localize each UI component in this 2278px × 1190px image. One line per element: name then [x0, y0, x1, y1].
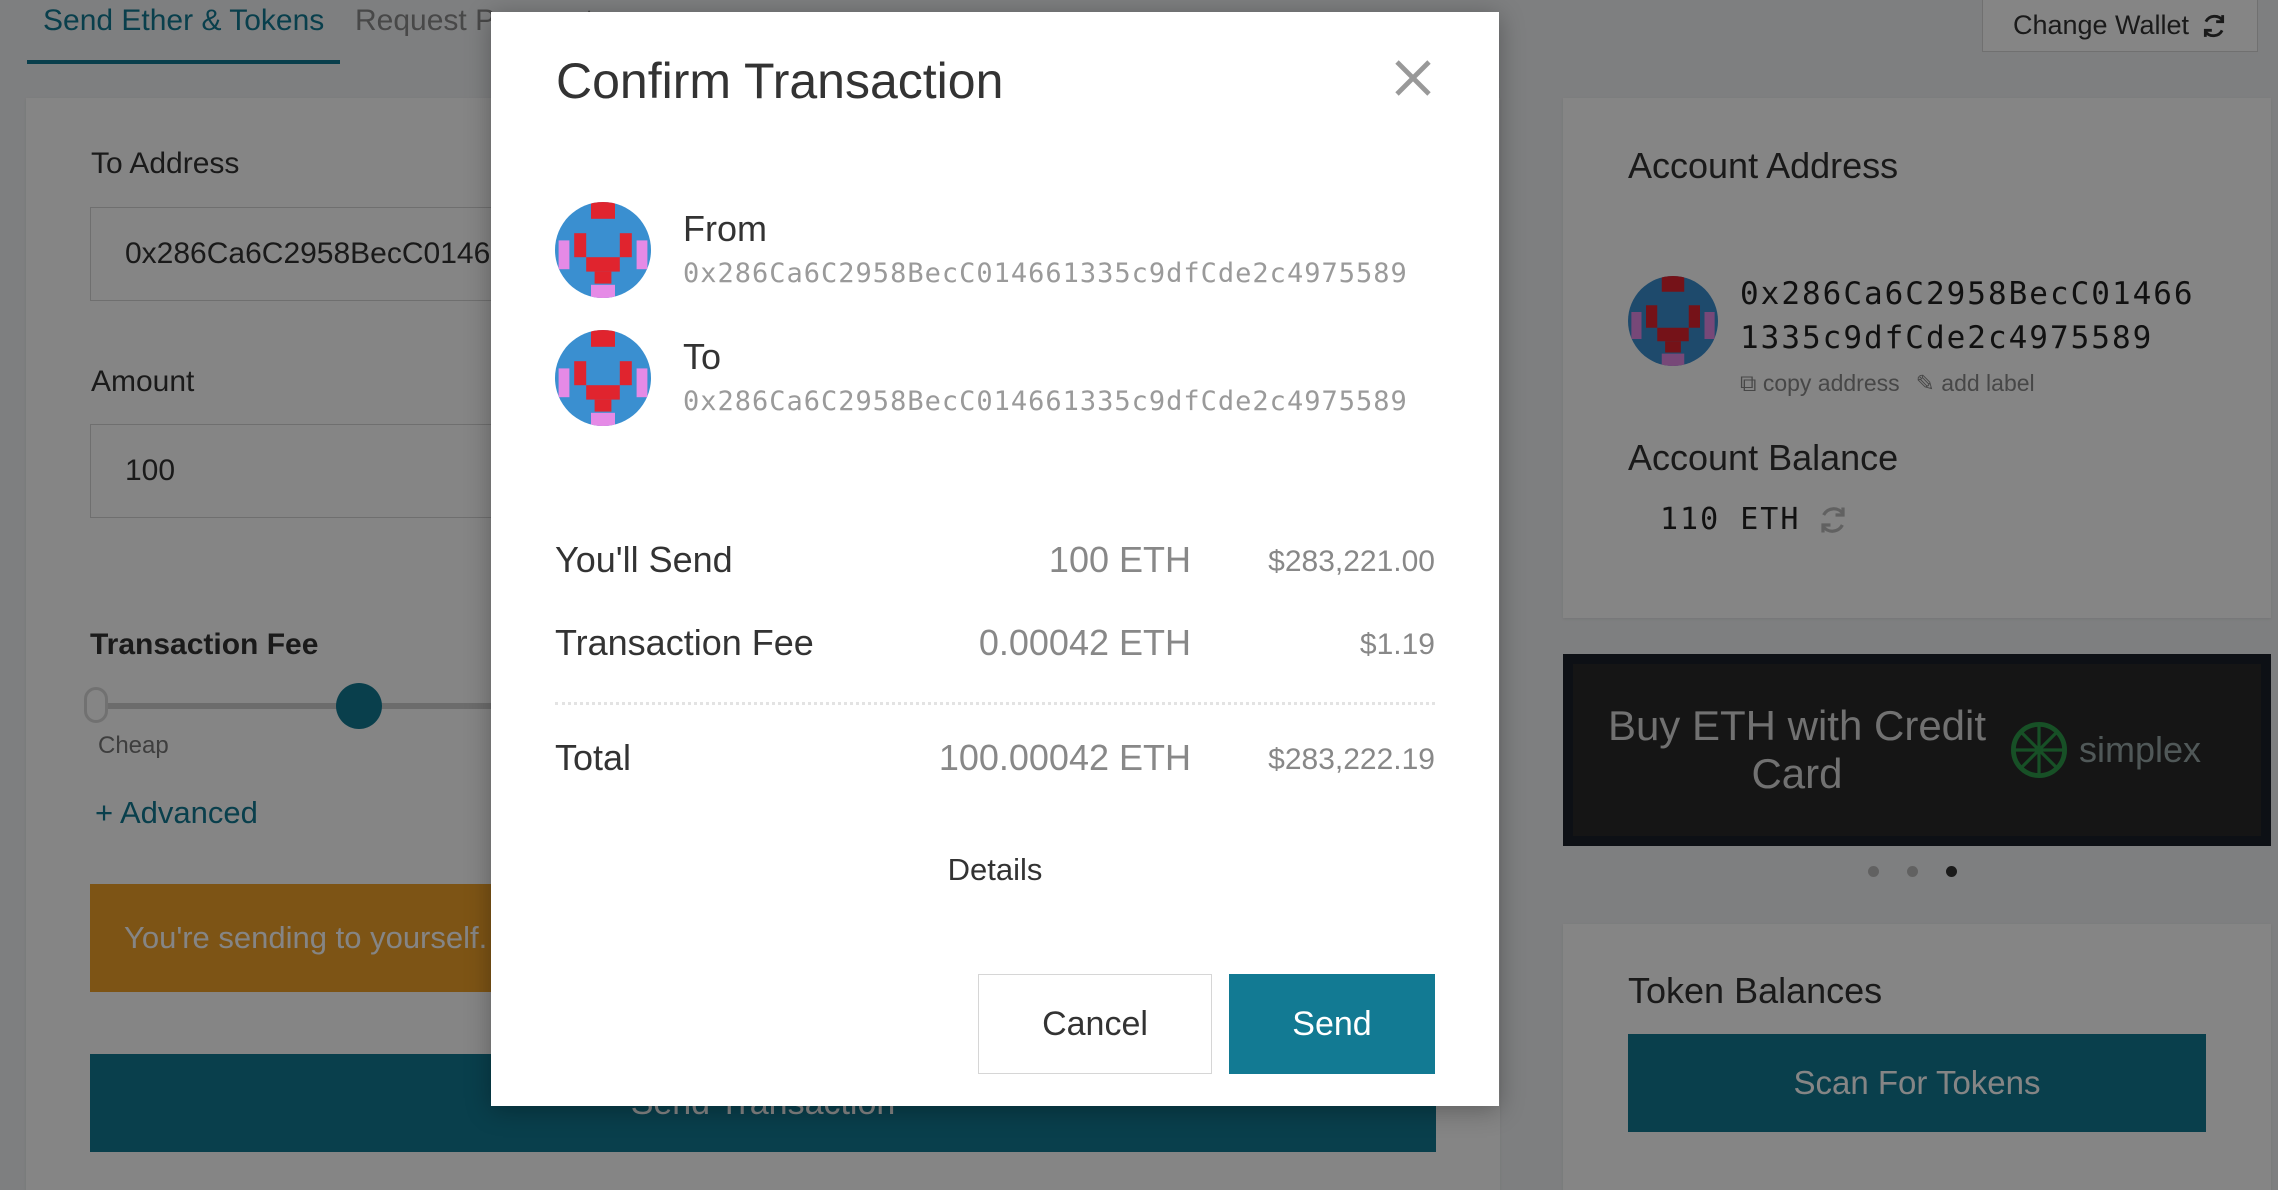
from-address: 0x286Ca6C2958BecC014661335c9dfCde2c49755…	[683, 258, 1408, 289]
totals-divider	[555, 702, 1435, 705]
modal-title: Confirm Transaction	[556, 53, 1004, 109]
total-eth: 100.00042 ETH	[938, 737, 1191, 778]
total-usd: $283,222.19	[1268, 743, 1435, 776]
details-link[interactable]: Details	[491, 852, 1499, 888]
youll-send-usd: $283,221.00	[1268, 545, 1435, 578]
youll-send-eth: 100 ETH	[1048, 539, 1191, 580]
cancel-button[interactable]: Cancel	[978, 974, 1212, 1074]
send-button[interactable]: Send	[1229, 974, 1435, 1074]
youll-send-label: You'll Send	[555, 539, 733, 580]
transaction-fee-row-label: Transaction Fee	[555, 622, 814, 663]
transaction-fee-eth: 0.00042 ETH	[978, 622, 1191, 663]
from-identicon-avatar	[555, 202, 651, 298]
from-label: From	[683, 208, 767, 249]
to-address: 0x286Ca6C2958BecC014661335c9dfCde2c49755…	[683, 386, 1408, 417]
total-label: Total	[555, 737, 632, 778]
close-icon[interactable]	[1389, 54, 1437, 102]
to-identicon-avatar	[555, 330, 651, 426]
confirm-transaction-modal: Confirm Transaction From 0x286Ca6C2958Be…	[491, 12, 1499, 1106]
to-label: To	[683, 336, 722, 377]
transaction-fee-usd: $1.19	[1359, 628, 1435, 661]
